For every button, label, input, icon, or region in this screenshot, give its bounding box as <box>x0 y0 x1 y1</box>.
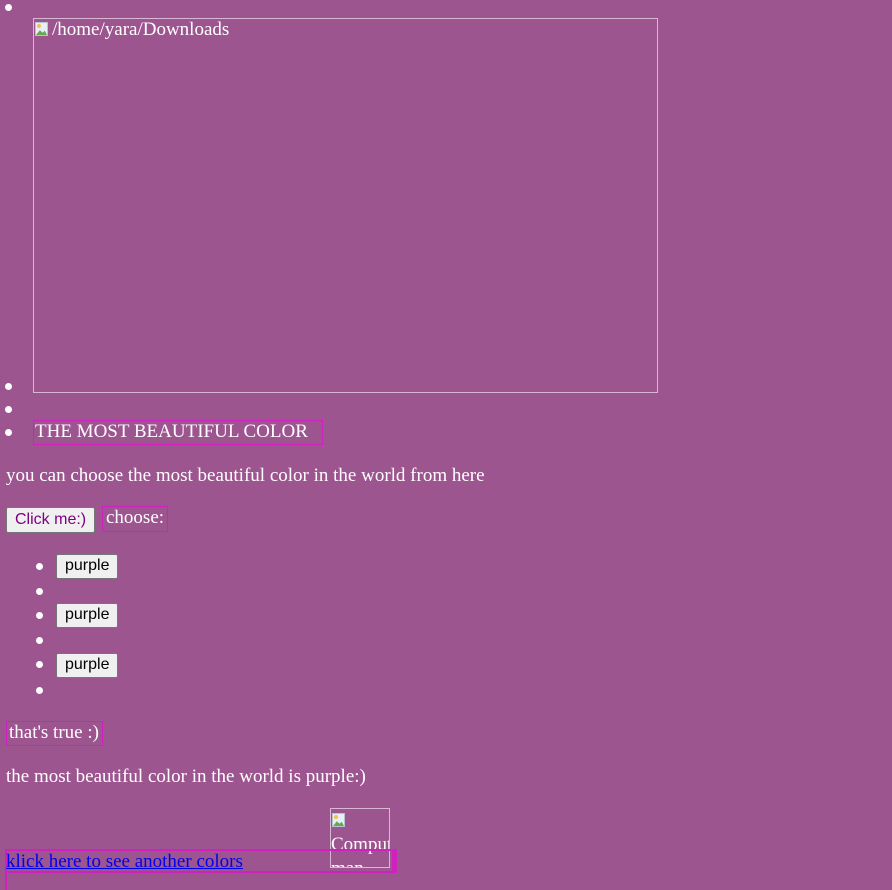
header-image-alt-text: /home/yara/Downloads <box>52 19 230 40</box>
list-bullet <box>5 383 12 390</box>
broken-image-icon <box>331 812 347 828</box>
option-bullet <box>36 588 43 595</box>
intro-text: you can choose the most beautiful color … <box>6 465 485 486</box>
choose-label: choose: <box>102 506 168 532</box>
header-image: /home/yara/Downloads <box>33 18 658 393</box>
option-bullet <box>36 612 43 619</box>
page-title: THE MOST BEAUTIFUL COLOR <box>33 420 323 445</box>
list-bullet <box>5 429 12 436</box>
option-bullet <box>36 687 43 694</box>
click-me-button[interactable]: Click me:) <box>6 507 96 533</box>
statement-text: the most beautiful color in the world is… <box>6 766 366 787</box>
option-bullet <box>36 563 43 570</box>
option-bullet <box>36 637 43 644</box>
option-bullet <box>36 661 43 668</box>
list-bullet <box>5 4 12 11</box>
link-outline-continuation <box>5 873 7 890</box>
color-option-button[interactable]: purple <box>56 554 119 579</box>
list-bullet <box>5 406 12 413</box>
color-option-button[interactable]: purple <box>56 603 119 628</box>
page-title-text: THE MOST BEAUTIFUL COLOR <box>35 421 308 442</box>
thats-true-label: that's true :) <box>6 721 103 746</box>
broken-image-icon <box>34 21 50 37</box>
another-colors-link[interactable]: klick here to see another colors <box>6 851 243 873</box>
color-option-button[interactable]: purple <box>56 653 119 678</box>
